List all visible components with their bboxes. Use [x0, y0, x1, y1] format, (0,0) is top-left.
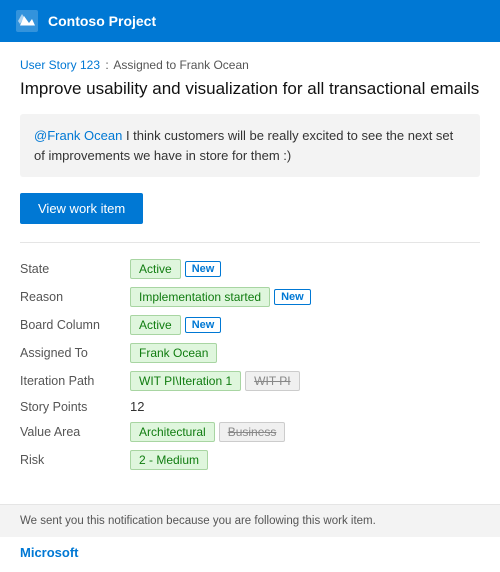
field-label: Board Column	[20, 311, 130, 339]
comment-mention: @Frank Ocean	[34, 128, 122, 143]
table-row: StateActiveNew	[20, 255, 480, 283]
app-header: Contoso Project	[0, 0, 500, 42]
app-title: Contoso Project	[48, 13, 156, 29]
breadcrumb-link[interactable]: User Story 123	[20, 58, 100, 72]
table-row: Assigned ToFrank Ocean	[20, 339, 480, 367]
table-row: Board ColumnActiveNew	[20, 311, 480, 339]
field-label: Risk	[20, 446, 130, 474]
field-value: ActiveNew	[130, 259, 480, 279]
field-value: WIT PI\Iteration 1WIT PI	[130, 371, 480, 391]
table-row: Value AreaArchitecturalBusiness	[20, 418, 480, 446]
table-row: Iteration PathWIT PI\Iteration 1WIT PI	[20, 367, 480, 395]
comment-box: @Frank Ocean I think customers will be r…	[20, 114, 480, 177]
field-tag: New	[185, 317, 222, 333]
field-label: Reason	[20, 283, 130, 311]
field-tag: New	[185, 261, 222, 277]
table-row: Story Points12	[20, 395, 480, 418]
main-content: User Story 123 : Assigned to Frank Ocean…	[0, 42, 500, 490]
field-tag: Business	[219, 422, 286, 442]
footer-note: We sent you this notification because yo…	[0, 504, 500, 537]
field-tag: WIT PI\Iteration 1	[130, 371, 241, 391]
field-tag: Frank Ocean	[130, 343, 217, 363]
field-label: State	[20, 255, 130, 283]
breadcrumb: User Story 123 : Assigned to Frank Ocean	[20, 58, 480, 72]
footer-brand: Microsoft	[0, 537, 500, 572]
field-value: Implementation startedNew	[130, 287, 480, 307]
field-value: ArchitecturalBusiness	[130, 422, 480, 442]
breadcrumb-separator: :	[105, 58, 108, 72]
field-label: Story Points	[20, 395, 130, 418]
field-tag: Active	[130, 315, 181, 335]
field-value: 2 - Medium	[130, 450, 480, 470]
table-row: ReasonImplementation startedNew	[20, 283, 480, 311]
field-value-text: 12	[130, 399, 144, 414]
field-tag: New	[274, 289, 311, 305]
field-tag: Architectural	[130, 422, 215, 442]
section-divider	[20, 242, 480, 243]
azure-devops-logo-icon	[16, 10, 38, 32]
table-row: Risk2 - Medium	[20, 446, 480, 474]
field-label: Iteration Path	[20, 367, 130, 395]
field-tag: Active	[130, 259, 181, 279]
field-tag: WIT PI	[245, 371, 299, 391]
field-tag: 2 - Medium	[130, 450, 208, 470]
breadcrumb-suffix: Assigned to Frank Ocean	[113, 58, 248, 72]
field-tag: Implementation started	[130, 287, 270, 307]
field-value: Frank Ocean	[130, 343, 480, 363]
work-item-title: Improve usability and visualization for …	[20, 78, 480, 100]
field-value: 12	[130, 399, 480, 414]
fields-table: StateActiveNewReasonImplementation start…	[20, 255, 480, 474]
field-label: Value Area	[20, 418, 130, 446]
field-value: ActiveNew	[130, 315, 480, 335]
field-label: Assigned To	[20, 339, 130, 367]
view-work-item-button[interactable]: View work item	[20, 193, 143, 224]
